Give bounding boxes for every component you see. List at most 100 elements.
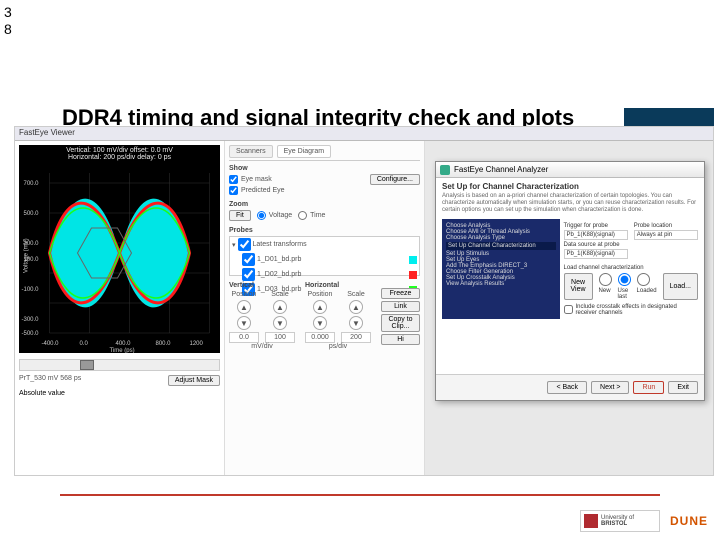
probe-2-checkbox[interactable] <box>242 268 255 281</box>
load-button[interactable]: Load... <box>663 273 698 300</box>
show-section: Show <box>229 165 420 172</box>
v-unit: mV/div <box>229 343 295 350</box>
vertical-section: Vertical <box>229 282 295 289</box>
h-pos-down[interactable]: ▼ <box>313 316 327 330</box>
v-offset-value[interactable]: 0.0 <box>229 332 259 343</box>
zoom-section: Zoom <box>229 201 420 208</box>
svg-text:-400.0: -400.0 <box>42 341 60 347</box>
h-delay-value[interactable]: 0.000 <box>305 332 335 343</box>
bristol-logo: University ofBRISTOL <box>580 510 660 532</box>
plot-scale-header: Vertical: 100 mV/div offset: 0.0 mV Hori… <box>19 145 220 163</box>
loaded-radio[interactable] <box>637 273 650 286</box>
wizard-steps: Choose Analysis Choose AMI or Thread Ana… <box>442 219 560 319</box>
crosstalk-label: Include crosstalk effects in designated … <box>576 304 699 316</box>
dialog-heading: Set Up for Channel Characterization <box>442 182 698 191</box>
svg-text:0.0: 0.0 <box>80 341 89 347</box>
eye-diagram-plot[interactable]: 700.0500.0300.0 100.0-100.0-300.0 -500.0… <box>19 163 220 353</box>
probe-all-checkbox[interactable] <box>238 238 251 251</box>
data-field[interactable]: Pb_1(K88)(signal) <box>564 249 628 259</box>
predicted-eye-label: Predicted Eye <box>241 187 285 194</box>
time-scrollbar[interactable] <box>19 359 220 371</box>
v-scale-up[interactable]: ▲ <box>273 300 287 314</box>
window-title-bar: FastEye Viewer <box>15 127 713 141</box>
svg-text:700.0: 700.0 <box>24 181 40 187</box>
probe-loc-label: Probe location <box>634 223 698 229</box>
v-pos-down[interactable]: ▼ <box>237 316 251 330</box>
svg-text:1200: 1200 <box>190 341 204 347</box>
eye-mask-checkbox[interactable] <box>229 175 238 184</box>
absolute-value-row: Absolute value <box>15 388 224 399</box>
voltage-radio[interactable] <box>257 211 266 220</box>
svg-text:400.0: 400.0 <box>116 341 132 347</box>
tab-eye-diagram[interactable]: Eye Diagram <box>277 145 331 158</box>
schematic-area: FastEye Channel Analyzer Set Up for Chan… <box>425 141 713 475</box>
h-pos-up[interactable]: ▲ <box>313 300 327 314</box>
probe-status: PrT_530 mV 568 ps <box>19 375 81 386</box>
h-scale-label: Scale <box>347 291 365 298</box>
configure-button[interactable]: Configure... <box>370 174 420 185</box>
probe-1-checkbox[interactable] <box>242 253 255 266</box>
dialog-title-bar[interactable]: FastEye Channel Analyzer <box>436 162 704 178</box>
eye-mask-label: Eye mask <box>241 176 272 183</box>
new-radio[interactable] <box>599 273 612 286</box>
run-button[interactable]: Run <box>633 381 664 394</box>
link-button[interactable]: Link <box>381 301 420 312</box>
dialog-description: Analysis is based on an a-priori channel… <box>442 193 698 215</box>
scrollbar-thumb[interactable] <box>80 360 94 370</box>
hi-button[interactable]: Hi <box>381 334 420 345</box>
back-button[interactable]: < Back <box>547 381 587 394</box>
probe-2-label: 1_D02_bd.prb <box>257 271 301 278</box>
v-pos-up[interactable]: ▲ <box>237 300 251 314</box>
h-unit: ps/div <box>305 343 371 350</box>
h-pos-label: Position <box>308 291 333 298</box>
bristol-crest-icon <box>584 514 598 528</box>
fit-button[interactable]: Fit <box>229 210 251 221</box>
probe-loc-field[interactable]: Always at pin <box>634 230 698 240</box>
fasteye-viewer-window: FastEye Viewer Vertical: 100 mV/div offs… <box>14 126 714 476</box>
predicted-eye-checkbox[interactable] <box>229 186 238 195</box>
exit-button[interactable]: Exit <box>668 381 698 394</box>
trigger-label: Trigger for probe <box>564 223 628 229</box>
probes-section: Probes <box>229 227 420 234</box>
probes-list[interactable]: ▾Latest transforms 1_D01_bd.prb 1_D02_bd… <box>229 236 420 276</box>
tab-scanners[interactable]: Scanners <box>229 145 273 158</box>
crosstalk-checkbox[interactable] <box>564 305 573 314</box>
voltage-label: Voltage <box>269 212 292 219</box>
svg-text:Time (ps): Time (ps) <box>110 348 135 353</box>
divider-rule <box>60 494 660 496</box>
university-banner <box>624 108 714 126</box>
copy-button[interactable]: Copy to Clip... <box>381 314 420 332</box>
svg-text:800.0: 800.0 <box>156 341 172 347</box>
dune-logo: DUNE <box>670 514 708 528</box>
time-label: Time <box>310 212 325 219</box>
channel-analyzer-dialog: FastEye Channel Analyzer Set Up for Chan… <box>435 161 705 401</box>
uselast-radio-label: Use last <box>618 288 629 300</box>
next-button[interactable]: Next > <box>591 381 629 394</box>
settings-panel: Scanners Eye Diagram Show Eye mask Confi… <box>225 141 425 475</box>
time-radio[interactable] <box>298 211 307 220</box>
load-label: Load channel characterization <box>564 265 699 271</box>
v-scale-value[interactable]: 100 <box>265 332 295 343</box>
data-label: Data source at probe <box>564 242 628 248</box>
h-scale-value[interactable]: 200 <box>341 332 371 343</box>
loaded-radio-label: Loaded <box>637 288 657 294</box>
v-scale-label: Scale <box>271 291 289 298</box>
app-icon <box>440 165 450 175</box>
svg-text:500.0: 500.0 <box>24 211 40 217</box>
newview-button[interactable]: New View <box>564 273 593 300</box>
uselast-radio[interactable] <box>618 273 631 286</box>
horizontal-section: Horizontal <box>305 282 371 289</box>
freeze-button[interactable]: Freeze <box>381 288 420 299</box>
new-radio-label: New <box>599 288 611 294</box>
trigger-field[interactable]: Pb_1(K88)(signal) <box>564 230 628 240</box>
h-scale-up[interactable]: ▲ <box>349 300 363 314</box>
adjust-mask-button[interactable]: Adjust Mask <box>168 375 220 386</box>
svg-text:Voltage (mV): Voltage (mV) <box>24 238 30 273</box>
v-scale-down[interactable]: ▼ <box>273 316 287 330</box>
probe-all-label: Latest transforms <box>253 241 307 248</box>
svg-text:-300.0: -300.0 <box>22 317 40 323</box>
probe-1-label: 1_D01_bd.prb <box>257 256 301 263</box>
dialog-title: FastEye Channel Analyzer <box>454 165 548 174</box>
h-scale-down[interactable]: ▼ <box>349 316 363 330</box>
svg-text:-100.0: -100.0 <box>22 287 40 293</box>
